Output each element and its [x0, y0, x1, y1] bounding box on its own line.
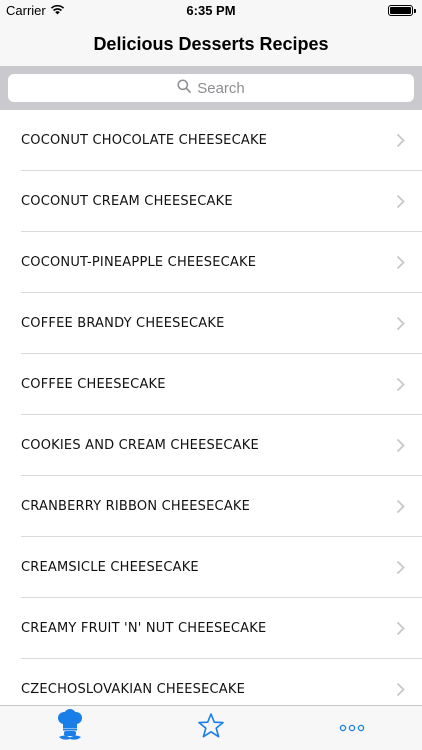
- recipe-title: COFFEE BRANDY CHEESECAKE: [21, 316, 225, 331]
- recipe-title: COFFEE CHEESECAKE: [21, 377, 166, 392]
- battery-icon: [388, 5, 413, 16]
- recipe-title: COCONUT CHOCOLATE CHEESECAKE: [21, 133, 268, 148]
- list-item[interactable]: COCONUT CREAM CHEESECAKE: [0, 171, 422, 232]
- recipe-list: COCONUT CHOCOLATE CHEESECAKE COCONUT CRE…: [0, 110, 422, 705]
- chevron-right-icon: [394, 132, 406, 150]
- recipe-title: CREAMSICLE CHEESECAKE: [21, 560, 199, 575]
- list-item[interactable]: CREAMY FRUIT 'N' NUT CHEESECAKE: [0, 598, 422, 659]
- page-title: Delicious Desserts Recipes: [93, 33, 329, 54]
- status-bar: Carrier 6:35 PM: [0, 0, 422, 22]
- battery-indicator: [388, 5, 416, 16]
- search-placeholder: Search: [197, 79, 245, 97]
- search-bar: Search: [0, 66, 422, 110]
- list-item[interactable]: CRANBERRY RIBBON CHEESECAKE: [0, 476, 422, 537]
- status-time: 6:35 PM: [186, 3, 236, 18]
- recipe-title: CZECHOSLOVAKIAN CHEESECAKE: [21, 682, 246, 697]
- tab-bar: [0, 705, 422, 750]
- list-item[interactable]: COCONUT CHOCOLATE CHEESECAKE: [0, 110, 422, 171]
- recipe-title: COCONUT-PINEAPPLE CHEESECAKE: [21, 255, 257, 270]
- chevron-right-icon: [394, 254, 406, 272]
- navigation-bar: Delicious Desserts Recipes: [0, 22, 422, 66]
- tab-favorites[interactable]: [181, 706, 241, 750]
- list-item[interactable]: CREAMSICLE CHEESECAKE: [0, 537, 422, 598]
- recipe-title: CREAMY FRUIT 'N' NUT CHEESECAKE: [21, 621, 267, 636]
- search-input[interactable]: Search: [8, 74, 414, 102]
- chevron-right-icon: [394, 193, 406, 211]
- recipe-title: COOKIES AND CREAM CHEESECAKE: [21, 438, 259, 453]
- list-item[interactable]: CZECHOSLOVAKIAN CHEESECAKE: [0, 659, 422, 705]
- more-icon: [339, 719, 365, 737]
- list-item[interactable]: COOKIES AND CREAM CHEESECAKE: [0, 415, 422, 476]
- chevron-right-icon: [394, 620, 406, 638]
- recipe-title: CRANBERRY RIBBON CHEESECAKE: [21, 499, 251, 514]
- chevron-right-icon: [394, 376, 406, 394]
- list-item[interactable]: COFFEE CHEESECAKE: [0, 354, 422, 415]
- chevron-right-icon: [394, 437, 406, 455]
- chevron-right-icon: [394, 315, 406, 333]
- tab-more[interactable]: [322, 706, 382, 750]
- chevron-right-icon: [394, 681, 406, 699]
- tab-recipes[interactable]: [40, 706, 100, 750]
- recipe-title: COCONUT CREAM CHEESECAKE: [21, 194, 233, 209]
- list-item[interactable]: COCONUT-PINEAPPLE CHEESECAKE: [0, 232, 422, 293]
- star-icon: [197, 712, 225, 744]
- list-item[interactable]: COFFEE BRANDY CHEESECAKE: [0, 293, 422, 354]
- chef-icon: [55, 708, 85, 748]
- search-icon: [177, 79, 192, 97]
- chevron-right-icon: [394, 559, 406, 577]
- chevron-right-icon: [394, 498, 406, 516]
